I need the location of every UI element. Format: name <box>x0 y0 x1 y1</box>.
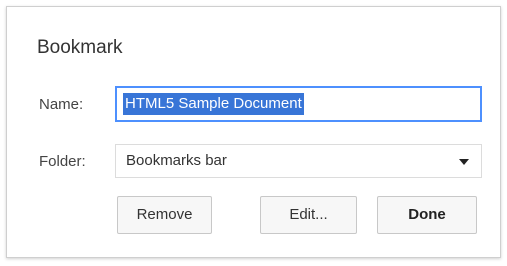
name-input[interactable]: HTML5 Sample Document <box>115 86 482 122</box>
remove-button[interactable]: Remove <box>117 196 212 234</box>
bookmark-dialog: Bookmark Name: HTML5 Sample Document Fol… <box>6 6 501 258</box>
dialog-title: Bookmark <box>37 37 123 58</box>
folder-select[interactable]: Bookmarks bar <box>115 144 482 178</box>
folder-select-value: Bookmarks bar <box>126 152 227 169</box>
folder-label: Folder: <box>39 153 86 170</box>
dropdown-arrow-icon[interactable] <box>459 159 469 165</box>
name-label: Name: <box>39 96 84 113</box>
edit-button[interactable]: Edit... <box>260 196 357 234</box>
done-button[interactable]: Done <box>377 196 477 234</box>
name-input-value[interactable]: HTML5 Sample Document <box>123 93 304 115</box>
